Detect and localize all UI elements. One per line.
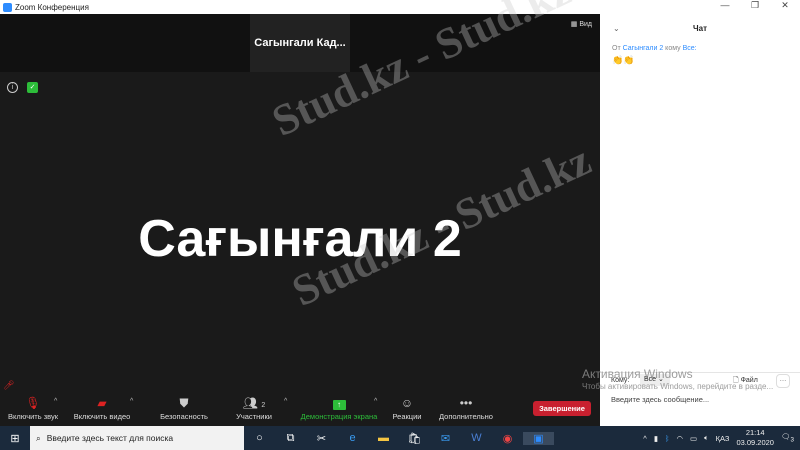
time: 21:14 <box>745 428 765 437</box>
search-icon: ⌕ <box>36 432 41 443</box>
bluetooth-icon[interactable]: ᛒ <box>665 434 670 443</box>
emoji-icon: ☺ <box>400 396 414 410</box>
minimize-button[interactable]: — <box>710 0 740 11</box>
maximize-button[interactable]: ❐ <box>740 0 770 11</box>
chat-message-input[interactable]: Введите здесь сообщение... <box>611 395 709 404</box>
to-text: кому <box>665 45 681 52</box>
meeting-toolbar: 🎙︎ Включить звук ^ ▰ Включить видео ^ ⛊ Безоп… <box>0 394 600 426</box>
share-screen-icon: ↑ <box>296 394 382 412</box>
encryption-shield-icon[interactable]: ✓ <box>27 82 38 93</box>
participants-caret[interactable]: ^ <box>284 398 287 405</box>
chrome-icon[interactable]: ◉ <box>492 432 523 445</box>
battery-icon[interactable]: ▭ <box>690 434 697 443</box>
clock[interactable]: 21:14 03.09.2020 <box>736 428 774 448</box>
wifi-icon[interactable]: ◠ <box>676 434 683 443</box>
title-bar: Zoom Конференция — ❐ ✕ <box>0 0 800 14</box>
more-dots-icon: ••• <box>459 396 473 410</box>
language-indicator[interactable]: ҚАЗ <box>716 434 730 443</box>
share-options-caret[interactable]: ^ <box>374 398 377 405</box>
thumbnail-name: Сагынгали Кад... <box>254 37 346 49</box>
video-off-icon: ▰ <box>97 396 107 410</box>
volume-icon[interactable]: 🔈︎ <box>704 433 709 443</box>
taskbar: ⊞ ⌕ Введите здесь текст для поиска ○ ⧉ ✂ … <box>0 426 800 450</box>
task-view-icon[interactable]: ⧉ <box>275 432 306 445</box>
share-screen-label: Демонстрация экрана <box>300 412 378 421</box>
chat-panel: ⌄ Чат От Сагынгали 2 кому Все: 👏👏 Кому: … <box>600 14 800 426</box>
more-label: Дополнительно <box>439 412 493 421</box>
chat-message-header: От Сагынгали 2 кому Все: <box>612 45 697 52</box>
video-area: Сагынгали Кад... ▦ Вид i ✓ Сағынғали 2 🎤… <box>0 14 600 394</box>
chat-message: 👏👏 <box>612 55 635 65</box>
unmute-label: Включить звук <box>7 412 59 421</box>
participants-label: Участники <box>236 412 272 421</box>
participant-thumbnail[interactable]: Сагынгали Кад... <box>250 14 350 72</box>
edge-icon[interactable]: e <box>337 432 368 444</box>
start-video-label: Включить видео <box>73 412 131 421</box>
word-icon[interactable]: W <box>461 432 492 444</box>
date: 03.09.2020 <box>736 438 774 447</box>
activation-text: Чтобы активировать Windows, перейдите в … <box>582 382 774 391</box>
window-title: Zoom Конференция <box>15 2 89 12</box>
shield-icon: ⛊ <box>179 396 189 410</box>
close-button[interactable]: ✕ <box>770 0 800 11</box>
snipping-tool-icon[interactable]: ✂ <box>306 432 337 445</box>
thumbnail-strip: Сагынгали Кад... ▦ Вид <box>0 14 600 72</box>
store-icon[interactable]: 🛍︎ <box>399 432 430 445</box>
taskbar-search[interactable]: ⌕ Введите здесь текст для поиска <box>30 426 244 450</box>
windows-start-icon[interactable]: ⊞ <box>0 432 30 445</box>
video-options-caret[interactable]: ^ <box>130 398 133 405</box>
file-explorer-icon[interactable]: ▬ <box>368 432 399 444</box>
reactions-label: Реакции <box>392 412 422 421</box>
end-meeting-button[interactable]: Завершение <box>533 401 591 416</box>
start-video-button[interactable]: ▰ Включить видео ^ <box>70 394 134 421</box>
system-tray: ^ ▮ ᛒ ◠ ▭ 🔈︎ ҚАЗ 21:14 03.09.2020 🗨︎3 <box>643 426 800 450</box>
sender-name[interactable]: Сагынгали 2 <box>623 45 664 52</box>
from-label: От <box>612 45 621 52</box>
more-button[interactable]: ••• Дополнительно <box>434 394 498 421</box>
audio-options-caret[interactable]: ^ <box>54 398 57 405</box>
chat-title: Чат <box>693 24 707 33</box>
zoom-icon[interactable]: ▣ <box>523 431 554 445</box>
cortana-icon[interactable]: ○ <box>244 432 275 444</box>
share-screen-button[interactable]: ↑ Демонстрация экрана ^ <box>296 394 382 421</box>
activation-title: Активация Windows <box>582 367 693 381</box>
participants-icon: 👥︎ 2 <box>242 396 266 410</box>
view-button[interactable]: ▦ Вид <box>571 20 592 28</box>
unmute-button[interactable]: 🎙︎ Включить звук ^ <box>4 394 62 421</box>
notifications-count: 3 <box>790 436 794 444</box>
view-label: Вид <box>579 21 592 28</box>
microphone-icon[interactable]: ▮ <box>654 434 658 443</box>
active-speaker-name: Сағынғали 2 <box>138 210 462 268</box>
reactions-button[interactable]: ☺ Реакции <box>388 394 426 421</box>
participants-count: 2 <box>261 402 266 409</box>
search-placeholder: Введите здесь текст для поиска <box>46 433 174 443</box>
muted-mic-icon: 🎤︎ <box>3 380 15 390</box>
zoom-logo-icon <box>3 2 12 12</box>
security-button[interactable]: ⛊ Безопасность <box>155 394 213 421</box>
recipient-name: Все: <box>682 45 697 52</box>
security-label: Безопасность <box>160 412 208 421</box>
mail-icon[interactable]: ✉ <box>430 432 461 445</box>
participants-button[interactable]: 👥︎ 2 Участники ^ <box>230 394 287 421</box>
info-icon[interactable]: i <box>7 82 18 93</box>
notifications-icon[interactable]: 🗨︎3 <box>781 432 794 444</box>
chevron-up-icon[interactable]: ^ <box>643 434 647 443</box>
